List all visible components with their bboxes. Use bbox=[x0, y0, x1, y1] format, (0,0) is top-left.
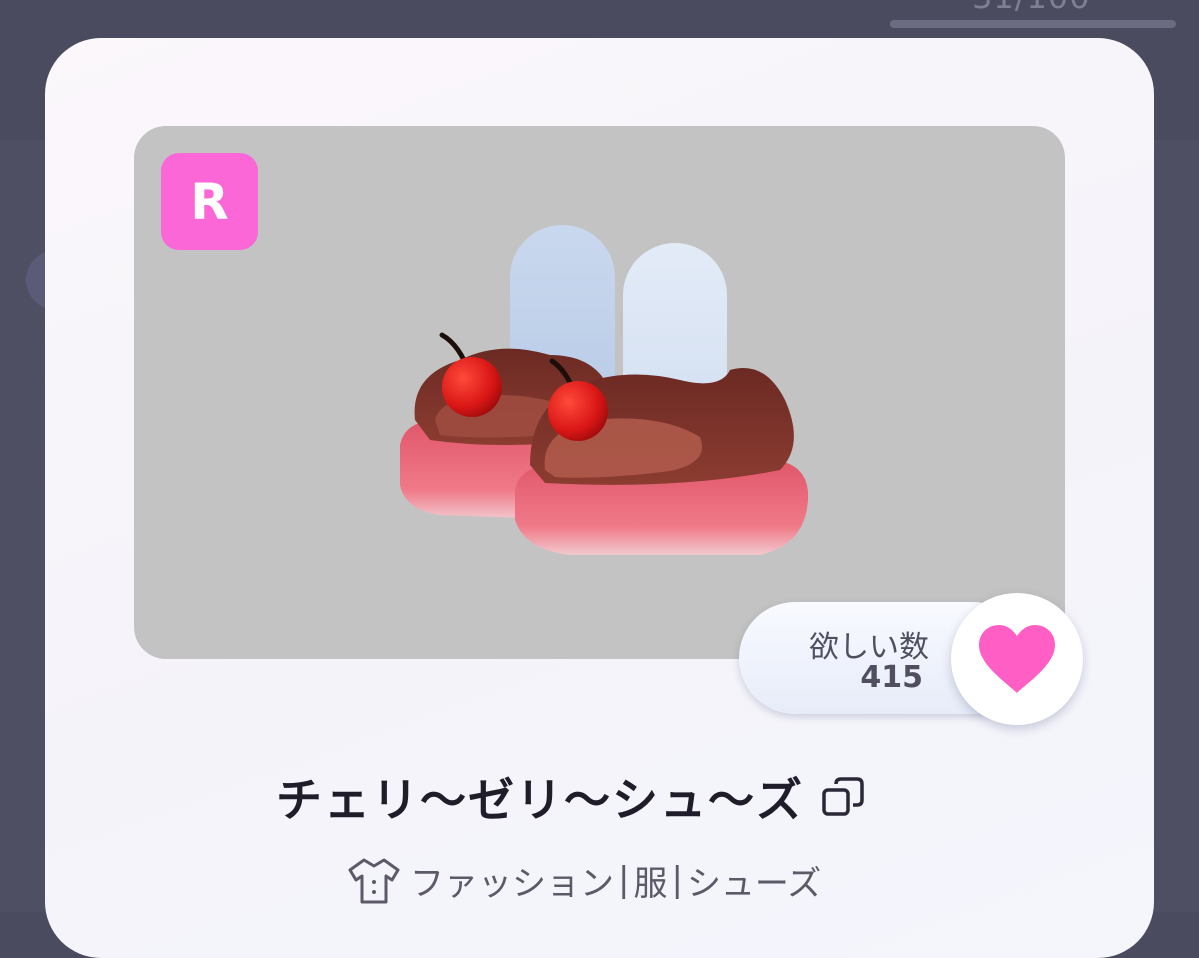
shirt-icon bbox=[348, 858, 400, 904]
copy-icon[interactable] bbox=[820, 774, 866, 820]
category-separator: | bbox=[671, 860, 683, 900]
heart-icon bbox=[979, 625, 1055, 693]
background-progress-bar bbox=[890, 20, 1176, 28]
cherry-jelly-shoes-image bbox=[400, 225, 809, 555]
background-progress-text: 31/100 bbox=[972, 0, 1091, 16]
wish-count-value: 415 bbox=[860, 660, 923, 695]
rarity-badge: R bbox=[161, 153, 258, 250]
category-separator: | bbox=[618, 860, 630, 900]
category-level-1: ファッション bbox=[410, 863, 614, 904]
category-level-2: 服 bbox=[633, 863, 668, 904]
item-title: チェリ〜ゼリ〜シュ〜ズ bbox=[276, 773, 804, 827]
item-title-row: チェリ〜ゼリ〜シュ〜ズ bbox=[276, 762, 866, 832]
wishlist-heart-button[interactable] bbox=[951, 593, 1083, 725]
category-breadcrumb: ファッション | 服 | シューズ bbox=[346, 852, 821, 908]
category-level-3: シューズ bbox=[686, 863, 822, 904]
